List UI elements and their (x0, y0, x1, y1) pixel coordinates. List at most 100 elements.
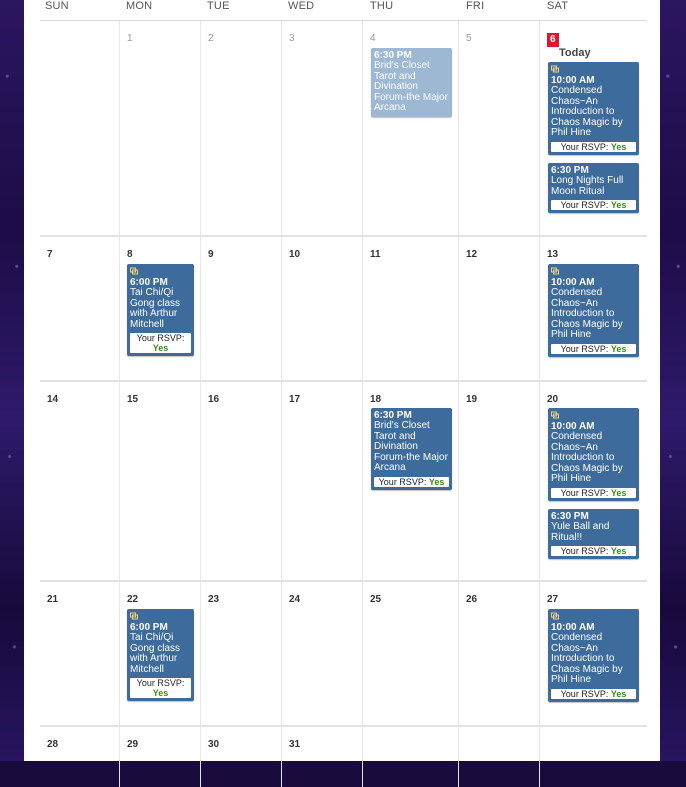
day-cell[interactable]: 25 (363, 582, 459, 725)
rsvp-status[interactable]: Your RSVP: Yes (551, 141, 636, 152)
day-number: 3 (289, 33, 295, 44)
event-title: Yule Ball and Ritual!! (551, 521, 610, 543)
weekday-header: SUN MON TUE WED THU FRI SAT (40, 0, 647, 21)
event-card[interactable]: 6:30 PM Brid's Closet Tarot and Divinati… (371, 408, 452, 490)
day-cell[interactable] (459, 727, 540, 787)
event-title: Brid's Closet Tarot and Divination Forum… (374, 60, 448, 113)
day-cell[interactable]: 9 (201, 237, 282, 380)
weekday-sat: SAT (547, 0, 569, 12)
day-number: 4 (370, 33, 376, 44)
rsvp-label: Your RSVP: (560, 688, 609, 699)
day-cell[interactable]: 10 (282, 237, 363, 380)
rsvp-status[interactable]: Your RSVP: Yes (551, 200, 636, 210)
day-number: 1 (127, 33, 133, 44)
day-cell[interactable]: 27 10:00 AM Condensed Chaos~An Introduct… (540, 582, 647, 725)
event-card[interactable]: 6:30 PM Brid's Closet Tarot and Divinati… (371, 48, 452, 117)
rsvp-value: Yes (152, 343, 169, 353)
day-cell[interactable]: 18 6:30 PM Brid's Closet Tarot and Divin… (363, 382, 459, 580)
day-number: 2 (208, 33, 214, 44)
rsvp-label: Your RSVP: (560, 546, 609, 556)
day-cell[interactable]: 24 (282, 582, 363, 725)
day-cell[interactable]: 17 (282, 382, 363, 580)
day-cell[interactable]: 2 (201, 21, 282, 235)
day-cell[interactable]: 23 (201, 582, 282, 725)
day-number: 17 (289, 394, 301, 405)
day-cell[interactable]: 20 10:00 AM Condensed Chaos~An Introduct… (540, 382, 647, 580)
event-card[interactable]: 6:00 PM Tai Chi/Qi Gong class with Arthu… (127, 264, 194, 356)
rsvp-status[interactable]: Your RSVP: Yes (130, 333, 191, 353)
day-cell[interactable]: 8 6:00 PM Tai Chi/Qi Gong class with Art… (120, 237, 201, 380)
event-title: Condensed Chaos~An Introduction to Chaos… (551, 431, 623, 484)
day-cell[interactable] (540, 727, 647, 787)
rsvp-status[interactable]: Your RSVP: Yes (551, 688, 636, 699)
day-cell[interactable]: 14 (40, 382, 120, 580)
day-cell[interactable]: 13 10:00 AM Condensed Chaos~An Introduct… (540, 237, 647, 380)
rsvp-status[interactable]: Your RSVP: Yes (551, 546, 636, 556)
day-number: 10 (289, 249, 301, 260)
day-cell[interactable]: 22 6:00 PM Tai Chi/Qi Gong class with Ar… (120, 582, 201, 725)
rsvp-label: Your RSVP: (560, 200, 609, 210)
day-cell[interactable]: 16 (201, 382, 282, 580)
week-row: 14 15 16 17 18 6:30 PM Brid's Closet Tar… (40, 382, 647, 582)
day-cell[interactable]: 3 (282, 21, 363, 235)
day-cell[interactable]: 7 (40, 237, 120, 380)
day-number: 23 (208, 594, 220, 605)
day-number: 7 (47, 249, 53, 260)
rsvp-value: Yes (610, 343, 627, 354)
event-title: Tai Chi/Qi Gong class with Arthur Mitche… (130, 287, 181, 330)
event-card[interactable]: 10:00 AM Condensed Chaos~An Introduction… (548, 609, 639, 702)
event-title: Condensed Chaos~An Introduction to Chaos… (551, 85, 623, 138)
day-cell[interactable] (40, 21, 120, 235)
day-number: 11 (370, 249, 381, 260)
day-number: 29 (127, 739, 139, 750)
rsvp-value: Yes (610, 688, 627, 699)
rsvp-value: Yes (610, 487, 627, 498)
event-card[interactable]: 6:30 PM Long Nights Full Moon Ritual You… (548, 163, 639, 213)
today-label: Today (559, 47, 591, 59)
rsvp-status[interactable]: Your RSVP: Yes (551, 343, 636, 354)
rsvp-value: Yes (152, 688, 169, 698)
day-number: 24 (289, 594, 301, 605)
day-cell[interactable]: 5 (459, 21, 540, 235)
event-card[interactable]: 10:00 AM Condensed Chaos~An Introduction… (548, 62, 639, 155)
rsvp-value: Yes (610, 141, 627, 152)
rsvp-value: Yes (610, 200, 627, 210)
day-number: 28 (47, 739, 59, 750)
day-cell[interactable]: 31 (282, 727, 363, 787)
day-cell[interactable]: 30 (201, 727, 282, 787)
event-card[interactable]: 6:30 PM Yule Ball and Ritual!! Your RSVP… (548, 509, 639, 559)
day-number: 31 (289, 739, 301, 750)
recurring-event-icon (130, 612, 138, 620)
day-number: 18 (370, 394, 382, 405)
day-cell[interactable]: 12 (459, 237, 540, 380)
day-number: 16 (208, 394, 220, 405)
event-title: Condensed Chaos~An Introduction to Chaos… (551, 287, 623, 340)
day-number: 12 (466, 249, 478, 260)
rsvp-value: Yes (428, 476, 445, 487)
event-title: Long Nights Full Moon Ritual (551, 175, 624, 197)
day-cell[interactable] (363, 727, 459, 787)
day-cell[interactable]: 28 (40, 727, 120, 787)
day-cell[interactable]: 29 (120, 727, 201, 787)
day-cell[interactable]: 1 (120, 21, 201, 235)
event-card[interactable]: 6:00 PM Tai Chi/Qi Gong class with Arthu… (127, 609, 194, 701)
day-cell[interactable]: 11 (363, 237, 459, 380)
day-cell[interactable]: 21 (40, 582, 120, 725)
day-cell[interactable]: 15 (120, 382, 201, 580)
day-number: 13 (547, 249, 559, 260)
week-row: 7 8 6:00 PM Tai Chi/Qi Gong class with A… (40, 237, 647, 382)
rsvp-status[interactable]: Your RSVP: Yes (374, 476, 449, 487)
weekday-fri: FRI (466, 0, 485, 12)
rsvp-status[interactable]: Your RSVP: Yes (130, 678, 191, 698)
day-cell[interactable]: 26 (459, 582, 540, 725)
rsvp-status[interactable]: Your RSVP: Yes (551, 487, 636, 498)
day-cell[interactable]: 19 (459, 382, 540, 580)
weekday-thu: THU (370, 0, 394, 12)
event-title: Tai Chi/Qi Gong class with Arthur Mitche… (130, 632, 181, 675)
calendar-panel: SUN MON TUE WED THU FRI SAT 1 2 3 4 6:30 (24, 0, 660, 787)
day-cell[interactable]: 4 6:30 PM Brid's Closet Tarot and Divina… (363, 21, 459, 235)
day-number: 20 (547, 394, 559, 405)
day-cell-today[interactable]: 6 Today 10:00 AM Condensed Chaos~An Intr… (540, 21, 647, 235)
event-card[interactable]: 10:00 AM Condensed Chaos~An Introduction… (548, 264, 639, 357)
event-card[interactable]: 10:00 AM Condensed Chaos~An Introduction… (548, 408, 639, 501)
